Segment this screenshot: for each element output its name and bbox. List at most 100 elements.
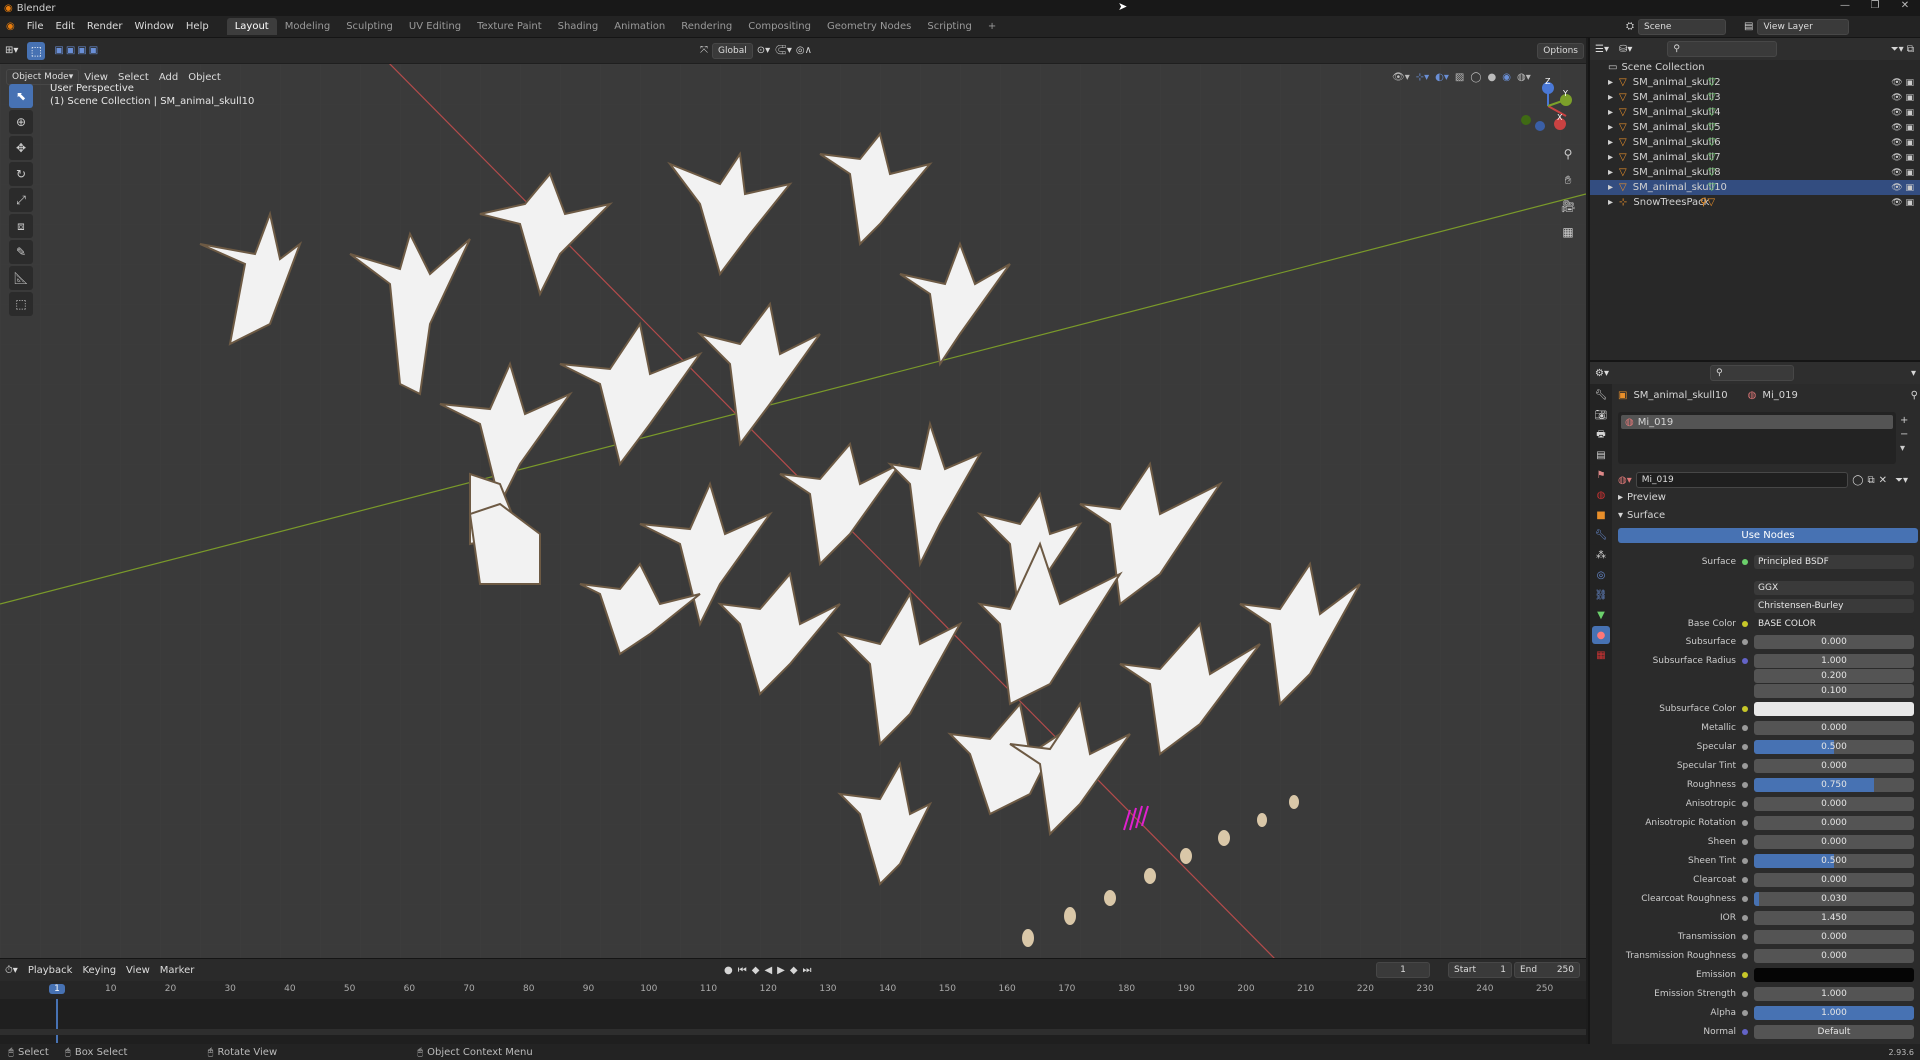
surface-panel-header[interactable]: ▾ Surface [1618,510,1665,521]
tab-texture-paint[interactable]: Texture Paint [469,18,550,35]
fake-user-icon[interactable]: ◯ [1852,475,1863,486]
menu-marker[interactable]: Marker [155,965,200,976]
view-layer-field[interactable]: View Layer [1757,18,1850,35]
cursor-icon[interactable]: ⊕ [9,110,33,134]
visibility-toggle-icon[interactable]: 👁︎ ▣ [1891,78,1914,88]
render-tab-icon[interactable]: 📷︎ [1592,406,1610,424]
select-box-icon[interactable]: ⬉ [9,84,33,108]
select-mode-icon[interactable]: ⬚ [27,41,46,60]
outliner-item[interactable]: ▸ ▽ SM_animal_skull7 ▽ 👁︎ ▣ [1590,150,1920,165]
input-value-field[interactable]: 0.000 [1754,834,1914,849]
blender-menu-icon[interactable]: ◉ [0,21,21,32]
visibility-toggle-icon[interactable]: 👁︎ ▣ [1891,153,1914,163]
input-value-field[interactable]: 0.000 [1754,758,1914,773]
annotate-icon[interactable]: ✎ [9,240,33,264]
input-socket-icon[interactable] [1742,914,1748,921]
input-value-field[interactable]: 0.500 [1754,739,1914,754]
object-tab-icon[interactable]: ■ [1592,506,1610,524]
properties-search-input[interactable]: ⚲ [1710,365,1794,381]
texture-tab-icon[interactable]: ▦ [1592,646,1610,664]
selection-mode-icons[interactable]: ▣▣▣▣ [49,45,105,56]
scene-tab-icon[interactable]: ⚑ [1592,466,1610,484]
tab-animation[interactable]: Animation [606,18,673,35]
add-cube-icon[interactable]: ⬚ [9,292,33,316]
expand-arrow-icon[interactable]: ▸ [1608,167,1613,178]
expand-arrow-icon[interactable]: ▸ [1608,92,1613,103]
input-socket-icon[interactable] [1742,933,1748,940]
input-socket-icon[interactable] [1742,743,1748,750]
tab-layout[interactable]: Layout [226,18,277,35]
close-button[interactable]: ✕ [1890,0,1920,11]
outliner-search-input[interactable]: ⚲ [1667,41,1778,57]
menu-window[interactable]: Window [128,21,179,32]
input-socket-icon[interactable] [1742,952,1748,959]
unlink-material-icon[interactable]: ✕ [1879,475,1887,486]
visibility-toggle-icon[interactable]: 👁︎ ▣ [1891,138,1914,148]
input-socket-icon[interactable] [1742,1009,1748,1016]
record-icon[interactable]: ● [724,965,733,976]
frame-ruler[interactable]: 1 10 20 30 40 50 60 70 80 90 100 110 120 130 140 150 160… [0,981,1586,999]
properties-type-icon[interactable]: ⚙▾ [1590,368,1614,379]
base-color-link[interactable]: BASE COLOR [1754,616,1914,631]
menu-help[interactable]: Help [180,21,215,32]
zoom-icon[interactable]: ⚲ [1556,142,1580,166]
outliner-item[interactable]: ▸ ▽ SM_animal_skull3 ▽ 👁︎ ▣ [1590,90,1920,105]
menu-timeline-view[interactable]: View [121,965,155,976]
input-socket-icon[interactable] [1742,638,1748,645]
material-name-field[interactable]: Mi_019 [1635,472,1849,488]
input-value-field[interactable]: 0.030 [1754,891,1914,906]
subsurface-radius-field[interactable]: 0.100 [1754,683,1914,698]
use-nodes-button[interactable]: Use Nodes [1618,528,1918,543]
timeline-editor-type-icon[interactable]: ⏱▾ [0,965,23,976]
tab-uv-editing[interactable]: UV Editing [401,18,469,35]
orientation-dropdown[interactable]: Global [712,42,753,59]
tool-tab-icon[interactable]: 🔧︎ [1592,386,1610,404]
distribution-dropdown[interactable]: GGX [1754,580,1914,595]
outliner-item[interactable]: ▸ ▽ SM_animal_skull6 ▽ 👁︎ ▣ [1590,135,1920,150]
display-mode-icon[interactable]: ⛁▾ [1614,44,1637,55]
input-value-field[interactable]: Default [1754,1024,1914,1039]
input-socket-icon[interactable] [1742,971,1748,978]
shader-socket-icon[interactable] [1742,558,1748,565]
input-socket-icon[interactable] [1742,876,1748,883]
input-socket-icon[interactable] [1742,724,1748,731]
input-value-field[interactable]: 1.000 [1754,1005,1914,1020]
expand-arrow-icon[interactable]: ▸ [1608,137,1613,148]
outliner-type-icon[interactable]: ☰▾ [1590,44,1614,55]
rotate-icon[interactable]: ↻ [9,162,33,186]
expand-arrow-icon[interactable]: ▸ [1608,77,1613,88]
visibility-toggle-icon[interactable]: 👁︎ ▣ [1891,123,1914,133]
input-socket-icon[interactable] [1742,657,1748,664]
move-icon[interactable]: ✥ [9,136,33,160]
end-frame-field[interactable]: End 250 [1514,962,1580,978]
outliner-item[interactable]: ▸ ▽ SM_animal_skull10 ▽ 👁︎ ▣ [1590,180,1920,195]
input-socket-icon[interactable] [1742,838,1748,845]
view-layer-tab-icon[interactable]: ▤ [1592,446,1610,464]
proportional-edit-icon[interactable]: ◎∧ [796,45,812,56]
input-socket-icon[interactable] [1742,705,1748,712]
menu-keying[interactable]: Keying [77,965,121,976]
current-frame-field[interactable]: 1 [1376,962,1430,978]
3d-viewport[interactable]: Object Mode▾ View Select Add Object 👁︎▾ … [0,64,1586,958]
data-tab-icon[interactable]: ▼ [1592,606,1610,624]
input-socket-icon[interactable] [1742,800,1748,807]
input-value-field[interactable]: 0.000 [1754,720,1914,735]
tab-geometry-nodes[interactable]: Geometry Nodes [819,18,919,35]
duplicate-material-icon[interactable]: ⧉ [1867,475,1874,486]
snap-icon[interactable]: 🧲︎▾ [774,45,792,56]
input-socket-icon[interactable] [1742,762,1748,769]
input-socket-icon[interactable] [1742,1028,1748,1035]
play-icon[interactable]: ▶ [777,965,785,976]
input-socket-icon[interactable] [1742,819,1748,826]
input-value-field[interactable]: 0.000 [1754,929,1914,944]
physics-tab-icon[interactable]: ◎ [1592,566,1610,584]
visibility-toggle-icon[interactable]: 👁︎ ▣ [1891,108,1914,118]
jump-start-icon[interactable]: ⏮ [738,965,747,976]
constraints-tab-icon[interactable]: ⛓ [1592,586,1610,604]
material-slot-list[interactable]: ◍ Mi_019 [1618,412,1896,464]
scene-field[interactable]: Scene [1638,18,1726,35]
play-reverse-icon[interactable]: ◀ [764,965,772,976]
tab-sculpting[interactable]: Sculpting [338,18,401,35]
menu-edit[interactable]: Edit [49,21,80,32]
input-value-field[interactable]: 0.750 [1754,777,1914,792]
